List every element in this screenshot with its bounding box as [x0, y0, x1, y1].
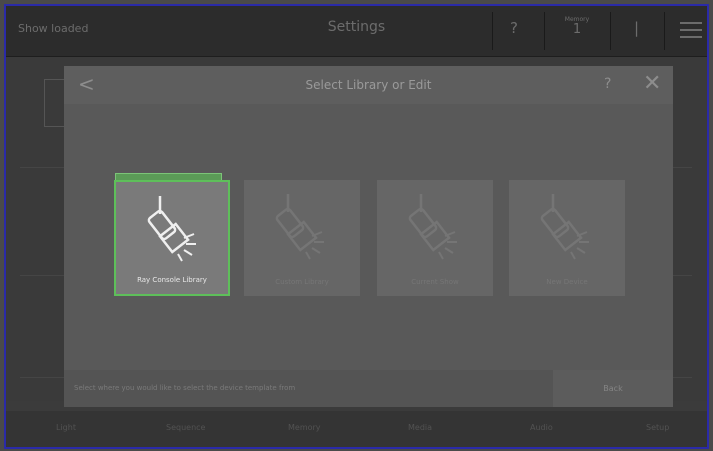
spotlight-icon [408, 194, 457, 260]
tile-label: New Device [546, 278, 588, 286]
bar-icon[interactable]: | [634, 19, 639, 37]
tile-label: Custom Library [275, 278, 329, 286]
tab-memory[interactable]: Memory [288, 423, 321, 432]
tile-custom-library[interactable]: Custom Library [244, 180, 360, 296]
bottom-tab-bar: Light Sequence Memory Media Audio Setup [6, 411, 707, 447]
app-frame: Show loaded Settings ? Memory 1 | Light … [4, 4, 709, 449]
dialog-footer: Select where you would like to select th… [64, 370, 673, 407]
top-app-bar: Show loaded Settings ? Memory 1 | [6, 6, 707, 57]
tab-sequence[interactable]: Sequence [166, 423, 205, 432]
help-button[interactable]: ? [510, 19, 518, 37]
tile-current-show[interactable]: Current Show [377, 180, 493, 296]
spotlight-icon [147, 196, 196, 262]
library-options: Select Library Ray Console Library [64, 104, 673, 366]
dialog-header: < Select Library or Edit ? ✕ [64, 66, 673, 104]
tab-setup[interactable]: Setup [646, 423, 669, 432]
tab-audio[interactable]: Audio [530, 423, 553, 432]
dialog-help-button[interactable]: ? [604, 76, 611, 92]
tab-media[interactable]: Media [408, 423, 432, 432]
back-button[interactable]: Back [553, 370, 673, 407]
tile-ray-console-library[interactable]: Ray Console Library [114, 180, 230, 296]
select-library-dialog: < Select Library or Edit ? ✕ Select Libr… [64, 66, 673, 407]
divider [664, 12, 665, 50]
memory-indicator[interactable]: Memory 1 [554, 16, 600, 37]
tile-label: Ray Console Library [137, 276, 207, 284]
tab-light[interactable]: Light [56, 423, 76, 432]
divider [492, 12, 493, 50]
page-title: Settings [327, 19, 386, 35]
spotlight-icon [540, 194, 589, 260]
memory-value: 1 [572, 22, 582, 37]
dialog-hint-text: Select where you would like to select th… [74, 384, 296, 392]
tile-label: Current Show [411, 278, 459, 286]
divider [544, 12, 545, 50]
tile-new-device[interactable]: New Device [509, 180, 625, 296]
hamburger-menu-icon[interactable] [680, 22, 702, 43]
dialog-title: Select Library or Edit [305, 78, 432, 92]
divider [610, 12, 611, 50]
spotlight-icon [275, 194, 324, 260]
close-icon[interactable]: ✕ [643, 71, 661, 96]
